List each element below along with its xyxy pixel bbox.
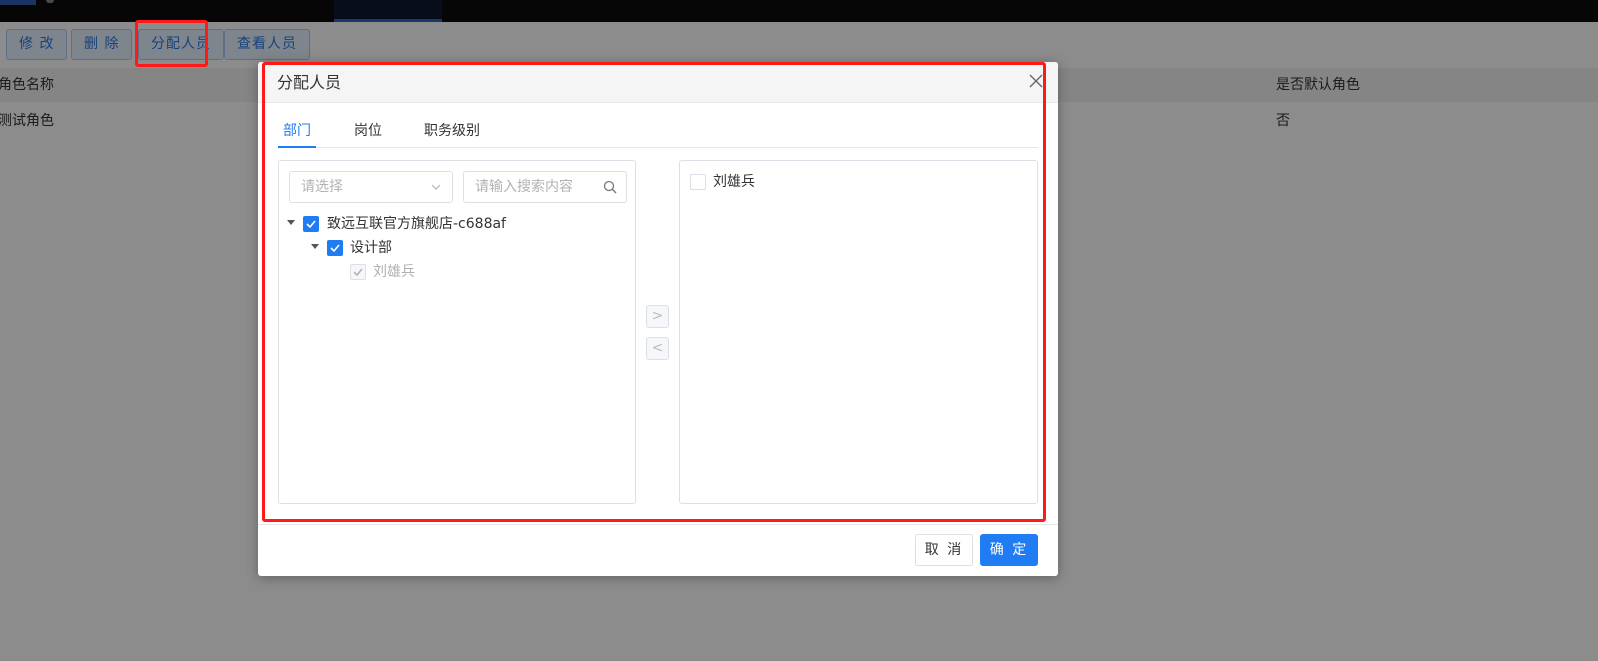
search-icon[interactable]: [603, 180, 617, 194]
confirm-button[interactable]: 确 定: [980, 534, 1038, 566]
tree-node-label: 致远互联官方旗舰店-c688af: [327, 216, 506, 232]
caret-down-icon[interactable]: [311, 244, 319, 249]
tab-position[interactable]: 岗位: [354, 114, 382, 148]
move-right-button[interactable]: >: [646, 305, 669, 328]
checkbox-person-disabled: [350, 264, 366, 280]
search-input[interactable]: 请输入搜索内容: [463, 171, 627, 203]
select-placeholder: 请选择: [301, 179, 343, 195]
org-select[interactable]: 请选择: [289, 171, 453, 203]
selected-item-label: 刘雄兵: [713, 174, 755, 190]
chevron-down-icon: [431, 184, 441, 190]
search-placeholder: 请输入搜索内容: [475, 179, 573, 195]
source-panel: 请选择 请输入搜索内容 致远互联官方旗舰店-c688af 设计部 刘雄兵: [278, 160, 636, 504]
tree-node-label: 设计部: [350, 240, 392, 256]
tree-node-label: 刘雄兵: [373, 264, 415, 280]
checkbox-company[interactable]: [303, 216, 319, 232]
tab-bar: 部门 岗位 职务级别: [278, 114, 1038, 148]
caret-down-icon[interactable]: [287, 220, 295, 225]
tab-department[interactable]: 部门: [278, 114, 316, 148]
checkbox-selected-person[interactable]: [690, 174, 706, 190]
tree-node-design-dept[interactable]: 设计部: [279, 237, 635, 259]
dialog-title: 分配人员: [277, 73, 342, 92]
tree-node-company[interactable]: 致远互联官方旗舰店-c688af: [279, 213, 635, 235]
move-left-button[interactable]: <: [646, 337, 669, 360]
close-icon[interactable]: [1028, 73, 1044, 89]
selected-item[interactable]: 刘雄兵: [680, 171, 1037, 193]
dialog-header: 分配人员: [258, 62, 1058, 103]
checkbox-design-dept[interactable]: [327, 240, 343, 256]
target-panel: 刘雄兵: [679, 160, 1038, 504]
cancel-button[interactable]: 取 消: [915, 534, 973, 566]
assign-members-dialog: 分配人员 部门 岗位 职务级别 请选择 请输入搜索内容 致远互联官方旗舰店-c6…: [258, 62, 1058, 576]
tree-node-person: 刘雄兵: [279, 261, 635, 283]
tab-job-level[interactable]: 职务级别: [424, 114, 480, 148]
dialog-footer: 取 消 确 定: [258, 524, 1058, 576]
